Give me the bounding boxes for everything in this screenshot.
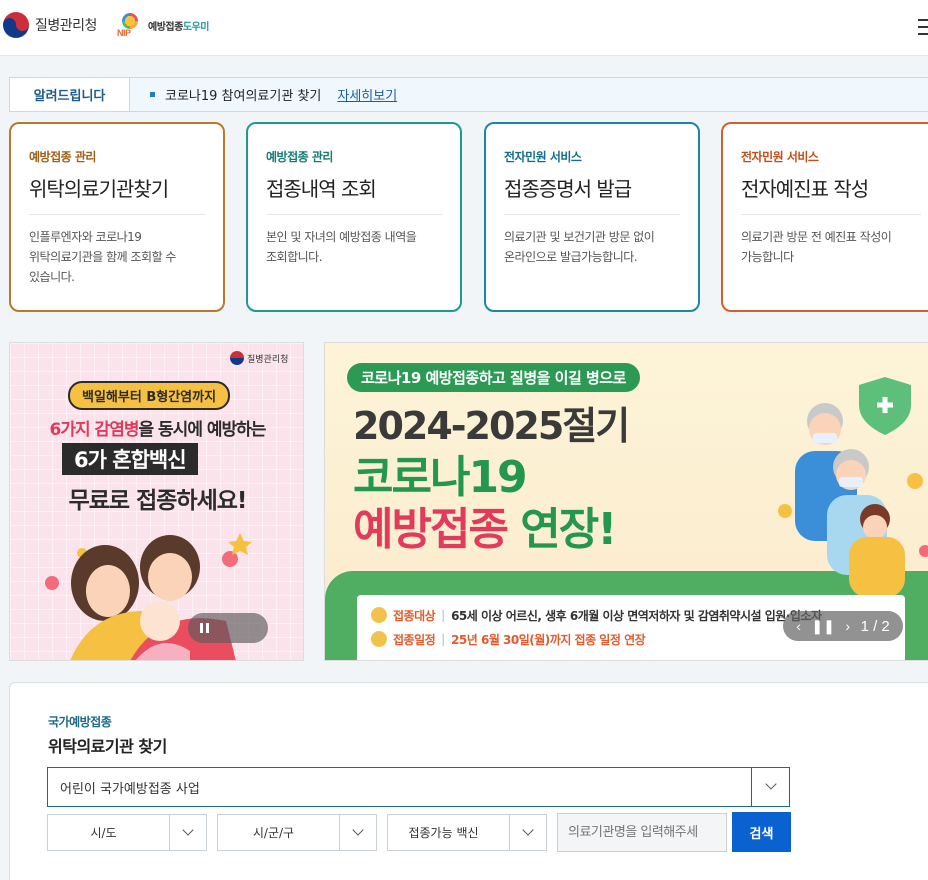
card-desc: 인플루엔자와 코로나19 위탁의료기관을 함께 조회할 수 있습니다.	[29, 230, 176, 284]
nip-text-b: 도우미	[182, 21, 210, 33]
vaccine-select[interactable]: 접종가능 백신	[387, 814, 547, 851]
card-e-questionnaire[interactable]: 전자민원 서비스 전자예진표 작성 의료기관 방문 전 예진표 작성이 가능합니다	[721, 122, 928, 312]
card-desc: 의료기관 방문 전 예진표 작성이 가능합니다	[741, 230, 892, 264]
target-icon	[371, 607, 387, 623]
chevron-down-icon[interactable]	[169, 815, 206, 850]
card-category: 예방접종 관리	[29, 150, 96, 164]
nip-text: 예방접종도우미	[148, 18, 209, 33]
banner-line1: 6가지 감염병을 동시에 예방하는	[49, 420, 267, 440]
sido-select-value: 시/도	[90, 826, 117, 840]
banner-line3: 무료로 접종하세요!	[68, 488, 248, 514]
kdca-name: 질병관리청	[35, 18, 97, 34]
card-category: 전자민원 서비스	[504, 150, 582, 164]
program-select-value: 어린이 국가예방접종 사업	[60, 781, 200, 797]
sun-icon	[122, 13, 138, 29]
card-category: 예방접종 관리	[266, 150, 333, 164]
clinic-search-panel: 국가예방접종 위탁의료기관 찾기 어린이 국가예방접종 사업 시/도 시/군/구…	[9, 682, 928, 880]
taegeuk-icon	[3, 12, 29, 38]
notice-text[interactable]: 코로나19 참여의료기관 찾기	[165, 85, 321, 104]
sido-select[interactable]: 시/도	[47, 814, 207, 851]
card-desc: 의료기관 및 보건기관 방문 없이 온라인으로 발급가능합니다.	[504, 230, 655, 264]
card-find-clinic[interactable]: 예방접종 관리 위탁의료기관찾기 인플루엔자와 코로나19 위탁의료기관을 함께 …	[9, 122, 225, 312]
clinic-name-input[interactable]	[557, 813, 727, 852]
nip-mark-icon: NIP	[116, 11, 144, 39]
pause-icon[interactable]: ❚❚	[811, 618, 834, 635]
chevron-down-icon[interactable]	[339, 815, 376, 850]
sigungu-select-value: 시/군/구	[252, 826, 295, 840]
card-certificate[interactable]: 전자민원 서비스 접종증명서 발급 의료기관 및 보건기관 방문 없이 온라인으로…	[484, 122, 700, 312]
prev-arrow-icon[interactable]: ‹	[796, 618, 801, 634]
card-title: 접종증명서 발급	[504, 173, 680, 215]
hexavalent-vaccine-banner[interactable]: 질병관리청 백일해부터 B형간염까지 6가지 감염병을 동시에 예방하는 6가 …	[9, 342, 304, 661]
card-title: 전자예진표 작성	[741, 173, 921, 215]
sigungu-select[interactable]: 시/군/구	[217, 814, 377, 851]
carousel-controls: ‹ ❚❚ › 1 / 2	[783, 611, 903, 641]
card-category: 전자민원 서비스	[741, 150, 819, 164]
notice-more-link[interactable]: 자세히보기	[337, 85, 397, 104]
carousel-page-indicator: 1 / 2	[860, 617, 890, 635]
nip-text-a: 예방접종	[148, 21, 183, 33]
banner-pill: 코로나19 예방접종하고 질병을 이길 병으로	[347, 363, 640, 392]
notice-label: 알려드립니다	[10, 78, 130, 111]
banner-extend: 예방접종 연장!	[353, 504, 617, 555]
notice-bar: 알려드립니다 코로나19 참여의료기관 찾기 자세히보기	[9, 77, 928, 112]
banner-pill: 백일해부터 B형간염까지	[68, 381, 231, 410]
site-header: 질병관리청 NIP 예방접종도우미	[0, 0, 928, 56]
nip-mark-text: NIP	[117, 28, 131, 38]
card-title: 접종내역 조회	[266, 173, 442, 215]
card-title: 위탁의료기관찾기	[29, 173, 205, 215]
card-desc: 본인 및 자녀의 예방접종 내역을 조회합니다.	[266, 230, 417, 264]
search-title: 위탁의료기관 찾기	[48, 737, 167, 756]
covid19-vaccine-banner[interactable]: 코로나19 예방접종하고 질병을 이길 병으로 2024-2025절기 코로나1…	[324, 342, 928, 661]
nip-logo[interactable]: NIP 예방접종도우미	[116, 11, 209, 39]
bullet-icon	[150, 92, 155, 97]
vaccine-select-value: 접종가능 백신	[408, 826, 479, 840]
search-button[interactable]: 검색	[732, 812, 791, 852]
elderly-people-illustration	[778, 377, 928, 597]
program-select[interactable]: 어린이 국가예방접종 사업	[47, 767, 790, 807]
kdca-logo[interactable]: 질병관리청	[3, 12, 97, 38]
next-arrow-icon[interactable]: ›	[845, 618, 850, 634]
banner-pause-button[interactable]	[188, 613, 268, 643]
chevron-down-icon[interactable]	[751, 768, 789, 806]
banner-brand: 질병관리청	[230, 351, 288, 365]
chevron-down-icon[interactable]	[509, 815, 546, 850]
banner-line2: 6가 혼합백신	[62, 443, 198, 475]
hamburger-menu-icon[interactable]	[918, 19, 928, 35]
calendar-icon	[371, 631, 387, 647]
taegeuk-icon	[230, 351, 244, 365]
card-history[interactable]: 예방접종 관리 접종내역 조회 본인 및 자녀의 예방접종 내역을 조회합니다.	[246, 122, 462, 312]
search-category: 국가예방접종	[48, 715, 112, 729]
